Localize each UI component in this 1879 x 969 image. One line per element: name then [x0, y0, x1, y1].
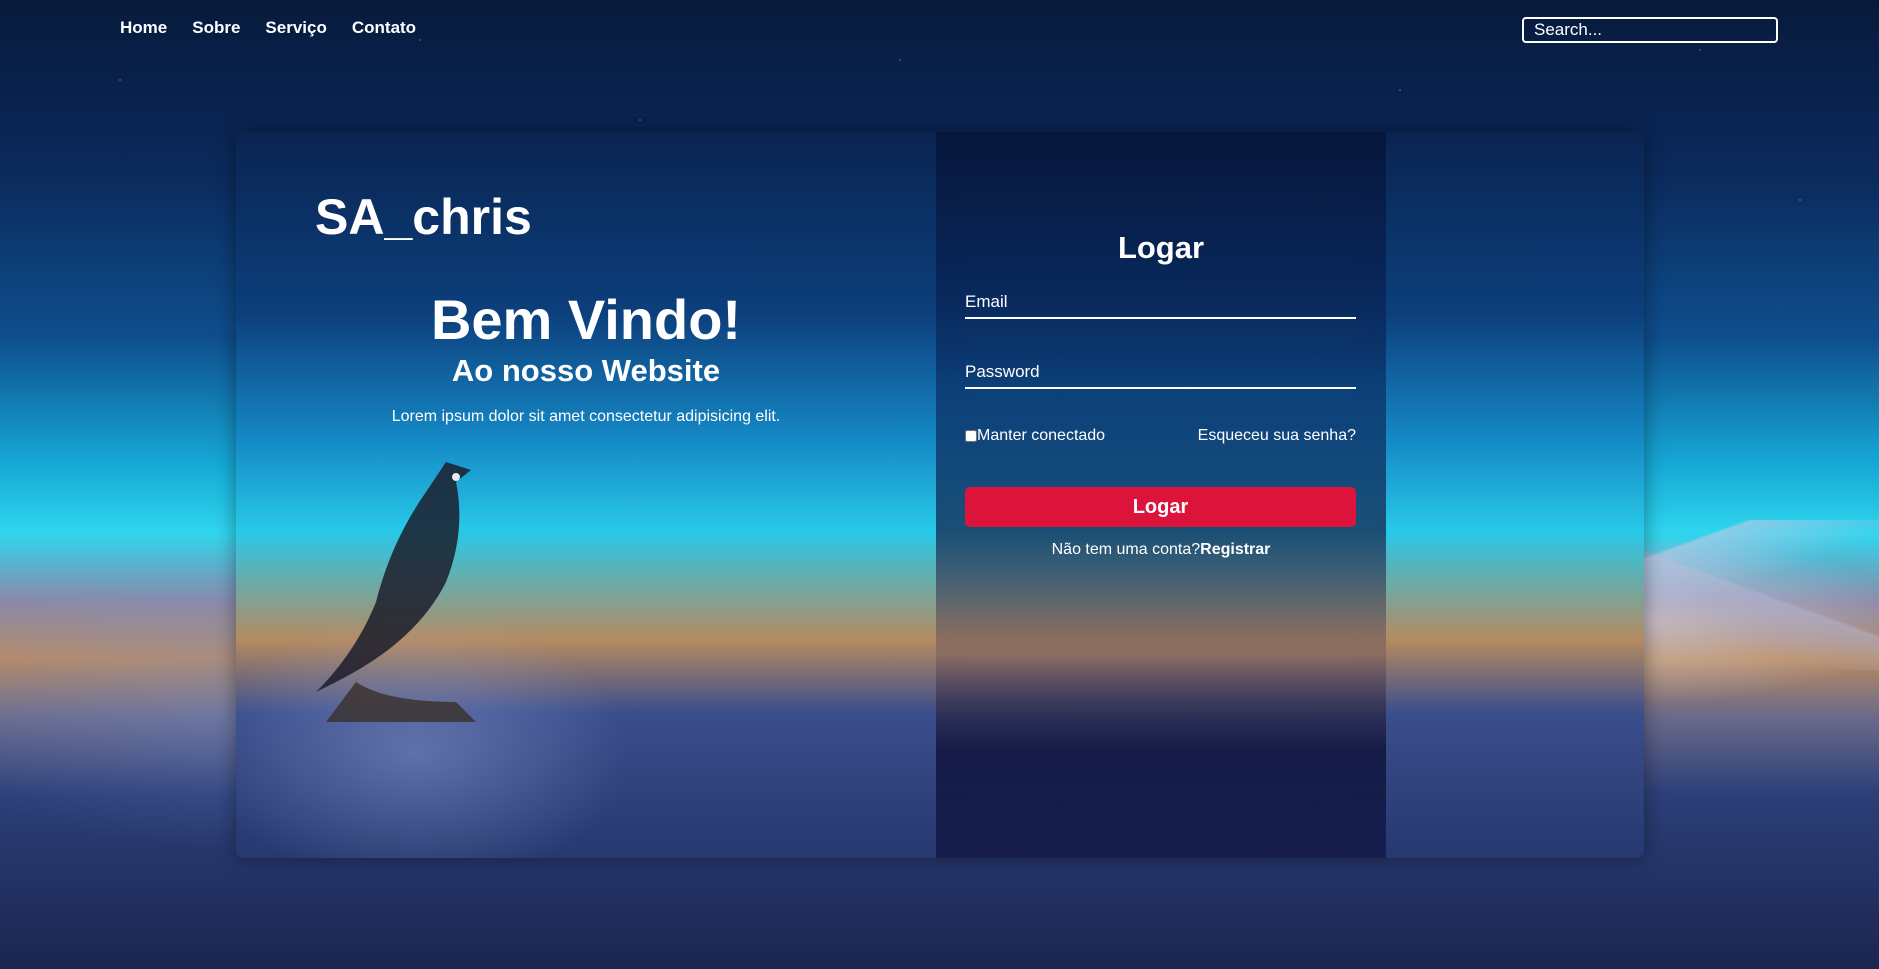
register-prompt: Não tem uma conta?	[1051, 541, 1201, 558]
top-navigation: Home Sobre Serviço Contato	[0, 0, 1879, 60]
remember-me[interactable]: Manter conectado	[965, 427, 1105, 445]
login-panel: Logar Manter conectado Esqueceu sua senh…	[936, 132, 1386, 858]
welcome-panel: SA_chris Bem Vindo! Ao nosso Website Lor…	[236, 132, 936, 858]
login-title: Logar	[1117, 230, 1205, 265]
search-input[interactable]	[1522, 17, 1778, 43]
login-options-row: Manter conectado Esqueceu sua senha?	[965, 427, 1356, 445]
welcome-title: Bem Vindo!	[430, 288, 742, 351]
password-field-wrapper	[965, 357, 1356, 389]
welcome-text: Lorem ipsum dolor sit amet consectetur a…	[391, 408, 781, 425]
welcome-section: Bem Vindo! Ao nosso Website Lorem ipsum …	[236, 288, 936, 426]
email-field[interactable]	[965, 287, 1356, 317]
nav-links: Home Sobre Serviço Contato	[120, 18, 416, 38]
register-link[interactable]: Registrar	[1200, 541, 1270, 558]
password-field[interactable]	[965, 357, 1356, 387]
brand-logo: SA_chris	[315, 189, 532, 245]
remember-me-label: Manter conectado	[977, 427, 1106, 444]
welcome-subtitle: Ao nosso Website	[451, 353, 721, 388]
login-card: SA_chris Bem Vindo! Ao nosso Website Lor…	[236, 132, 1644, 858]
nav-link-servico[interactable]: Serviço	[265, 18, 326, 38]
forgot-password-link[interactable]: Esqueceu sua senha?	[1198, 427, 1356, 445]
email-field-wrapper	[965, 287, 1356, 319]
register-row: Não tem uma conta?Registrar	[936, 541, 1386, 559]
bird-illustration	[316, 462, 476, 722]
nav-link-home[interactable]: Home	[120, 18, 167, 38]
nav-link-contato[interactable]: Contato	[352, 18, 416, 38]
nav-link-sobre[interactable]: Sobre	[192, 18, 240, 38]
login-button[interactable]: Logar	[965, 487, 1356, 527]
remember-me-checkbox[interactable]	[965, 430, 977, 442]
